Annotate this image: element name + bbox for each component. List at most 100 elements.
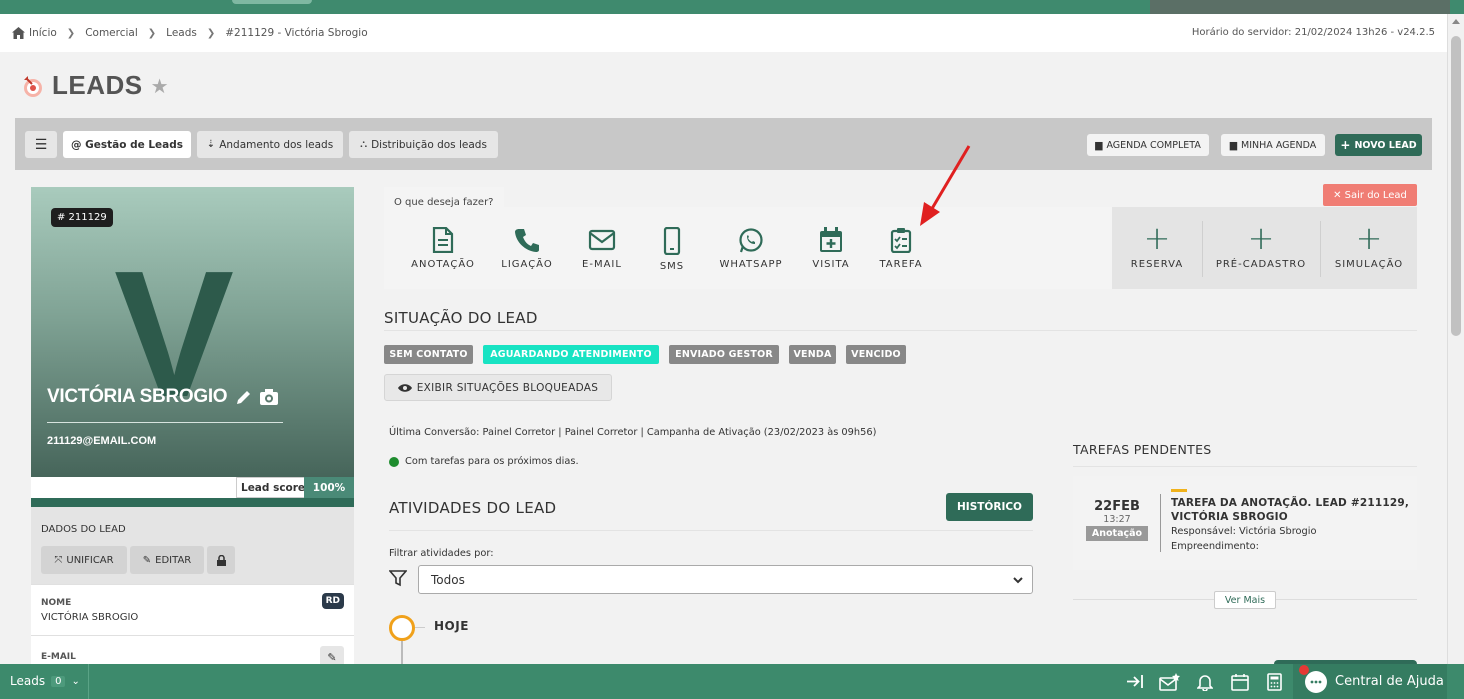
- historico-button[interactable]: HISTÓRICO: [946, 493, 1033, 521]
- envelope-icon: [588, 229, 616, 251]
- divider: [1320, 221, 1321, 277]
- sair-lead-button[interactable]: ✕ Sair do Lead: [1323, 184, 1417, 206]
- action-pre-cadastro[interactable]: + PRÉ-CADASTRO: [1210, 207, 1312, 289]
- agenda-completa-button[interactable]: ▆ AGENDA COMPLETA: [1087, 134, 1209, 156]
- task-day: 22FEB: [1094, 499, 1140, 514]
- divider: [1073, 466, 1417, 467]
- sort-icon: ⇣: [206, 139, 216, 150]
- novo-lead-button[interactable]: + NOVO LEAD: [1335, 134, 1422, 156]
- breadcrumb: Início ❯ Comercial ❯ Leads ❯ #211129 - V…: [0, 14, 1447, 52]
- leads-count: 0: [51, 675, 66, 687]
- notification-dot: [1299, 664, 1309, 675]
- quick-create-panel: + RESERVA + PRÉ-CADASTRO + SIMULAÇÃO: [1112, 207, 1417, 289]
- action-anotacao[interactable]: ANOTAÇÃO: [403, 227, 483, 270]
- task-empreendimento: Empreendimento:: [1171, 541, 1259, 552]
- button-label: NOVO LEAD: [1354, 139, 1417, 151]
- tab-gestao-leads[interactable]: @ Gestão de Leads: [63, 131, 191, 158]
- tag-vencido[interactable]: VENCIDO: [846, 345, 906, 364]
- breadcrumb-current: #211129 - Victória Sbrogio: [225, 27, 368, 39]
- action-ligacao[interactable]: LIGAÇÃO: [487, 227, 567, 270]
- task-time: 13:27: [1103, 514, 1131, 525]
- breadcrumb-label: Início: [29, 27, 57, 39]
- action-label: TAREFA: [879, 259, 923, 270]
- unificar-button[interactable]: ⤧ UNIFICAR: [41, 546, 127, 574]
- breadcrumb-home[interactable]: Início: [12, 27, 57, 39]
- server-time: Horário do servidor: 21/02/2024 13h26 - …: [1191, 27, 1435, 38]
- action-label: WHATSAPP: [719, 259, 783, 270]
- top-strip: [0, 0, 1464, 14]
- filter-icon: [389, 570, 407, 587]
- chat-icon: [1299, 664, 1327, 693]
- action-visita[interactable]: VISITA: [791, 227, 871, 270]
- calendar-icon[interactable]: [1231, 673, 1249, 691]
- eye-icon: [397, 383, 412, 392]
- filter-select[interactable]: Todos: [418, 565, 1033, 594]
- minha-agenda-button[interactable]: ▆ MINHA AGENDA: [1221, 134, 1325, 156]
- editar-button[interactable]: ✎ EDITAR: [130, 546, 204, 574]
- dados-lead-panel: DADOS DO LEAD ⤧ UNIFICAR ✎ EDITAR: [31, 507, 354, 584]
- task-card[interactable]: 22FEB 13:27 Anotação TAREFA DA ANOTAÇÃO.…: [1073, 476, 1417, 570]
- calculator-icon[interactable]: [1267, 673, 1282, 691]
- plus-icon: +: [1340, 138, 1351, 152]
- action-tarefa[interactable]: TAREFA: [861, 227, 941, 270]
- phone-icon: [515, 229, 539, 252]
- central-ajuda-button[interactable]: Central de Ajuda: [1293, 664, 1447, 699]
- tab-andamento-leads[interactable]: ⇣ Andamento dos leads: [197, 131, 343, 158]
- lead-card: # 211129 V VICTÓRIA SBROGIO 211129@EMAIL…: [31, 187, 354, 477]
- leads-dropdown[interactable]: Leads 0 ⌄: [10, 674, 80, 688]
- tag-venda[interactable]: VENDA: [789, 345, 836, 364]
- action-sms[interactable]: SMS: [632, 227, 712, 272]
- bottom-bar: Leads 0 ⌄ Central de Ajuda: [0, 664, 1464, 699]
- tarefas-status: Com tarefas para os próximos dias.: [389, 456, 579, 467]
- menu-button[interactable]: ☰: [25, 131, 57, 158]
- leads-logo-icon: [24, 75, 42, 97]
- tag-enviado-gestor[interactable]: ENVIADO GESTOR: [669, 345, 779, 364]
- tarefas-status-text: Com tarefas para os próximos dias.: [405, 456, 579, 467]
- button-label: UNIFICAR: [66, 554, 114, 566]
- hamburger-icon: ☰: [34, 136, 48, 153]
- timeline-line: [401, 641, 403, 666]
- lead-score-value: 100%: [304, 477, 354, 498]
- top-strip-right: [1150, 0, 1450, 14]
- action-whatsapp[interactable]: WHATSAPP: [711, 227, 791, 270]
- button-label: AGENDA COMPLETA: [1106, 139, 1201, 151]
- lock-button[interactable]: [207, 546, 235, 574]
- button-label: EXIBIR SITUAÇÕES BLOQUEADAS: [416, 381, 599, 394]
- compress-icon: ⤧: [54, 554, 63, 566]
- sign-in-icon[interactable]: [1126, 673, 1144, 690]
- action-reserva[interactable]: + RESERVA: [1118, 207, 1196, 289]
- chevron-right-icon: ❯: [206, 27, 216, 39]
- exibir-bloqueadas-button[interactable]: EXIBIR SITUAÇÕES BLOQUEADAS: [384, 374, 612, 401]
- tab-label: Distribuição dos leads: [371, 138, 487, 151]
- action-email[interactable]: E-MAIL: [562, 227, 642, 270]
- breadcrumb-comercial[interactable]: Comercial: [85, 27, 138, 39]
- camera-icon[interactable]: [259, 388, 279, 406]
- mail-star-icon[interactable]: [1159, 673, 1181, 691]
- lead-name-text: VICTÓRIA SBROGIO: [47, 386, 228, 407]
- situacao-title: SITUAÇÃO DO LEAD: [384, 309, 538, 327]
- status-dot-icon: [389, 456, 399, 467]
- scroll-up-icon[interactable]: [1452, 19, 1460, 24]
- bell-icon[interactable]: [1197, 673, 1213, 691]
- tag-sem-contato[interactable]: SEM CONTATO: [384, 345, 473, 364]
- tag-aguardando-atendimento[interactable]: AGUARDANDO ATENDIMENTO: [483, 345, 659, 364]
- whatsapp-icon: [739, 228, 763, 253]
- pencil-icon: ✎: [142, 554, 152, 566]
- calendar-icon: ▆: [1229, 139, 1238, 151]
- ver-mais-button[interactable]: Ver Mais: [1214, 591, 1276, 609]
- plus-icon: +: [1143, 219, 1171, 257]
- tab-distribuicao-leads[interactable]: ⛬ Distribuição dos leads: [349, 131, 498, 158]
- pencil-icon[interactable]: [235, 388, 253, 406]
- scrollbar[interactable]: [1447, 14, 1464, 664]
- action-label: LIGAÇÃO: [501, 259, 553, 270]
- scrollbar-thumb[interactable]: [1451, 36, 1461, 336]
- action-simulacao[interactable]: + SIMULAÇÃO: [1328, 207, 1410, 289]
- favorite-star-icon[interactable]: ★: [151, 74, 169, 98]
- divider: [384, 330, 1417, 331]
- lead-score-bar: [31, 498, 354, 507]
- ajuda-label: Central de Ajuda: [1335, 674, 1444, 689]
- tab-label: Andamento dos leads: [219, 138, 334, 151]
- breadcrumb-leads[interactable]: Leads: [166, 27, 197, 39]
- task-responsavel: Responsável: Victória Sbrogio: [1171, 526, 1317, 537]
- actions-panel: ANOTAÇÃO LIGAÇÃO E-MAIL SMS WHATSAPP VIS…: [384, 207, 1112, 289]
